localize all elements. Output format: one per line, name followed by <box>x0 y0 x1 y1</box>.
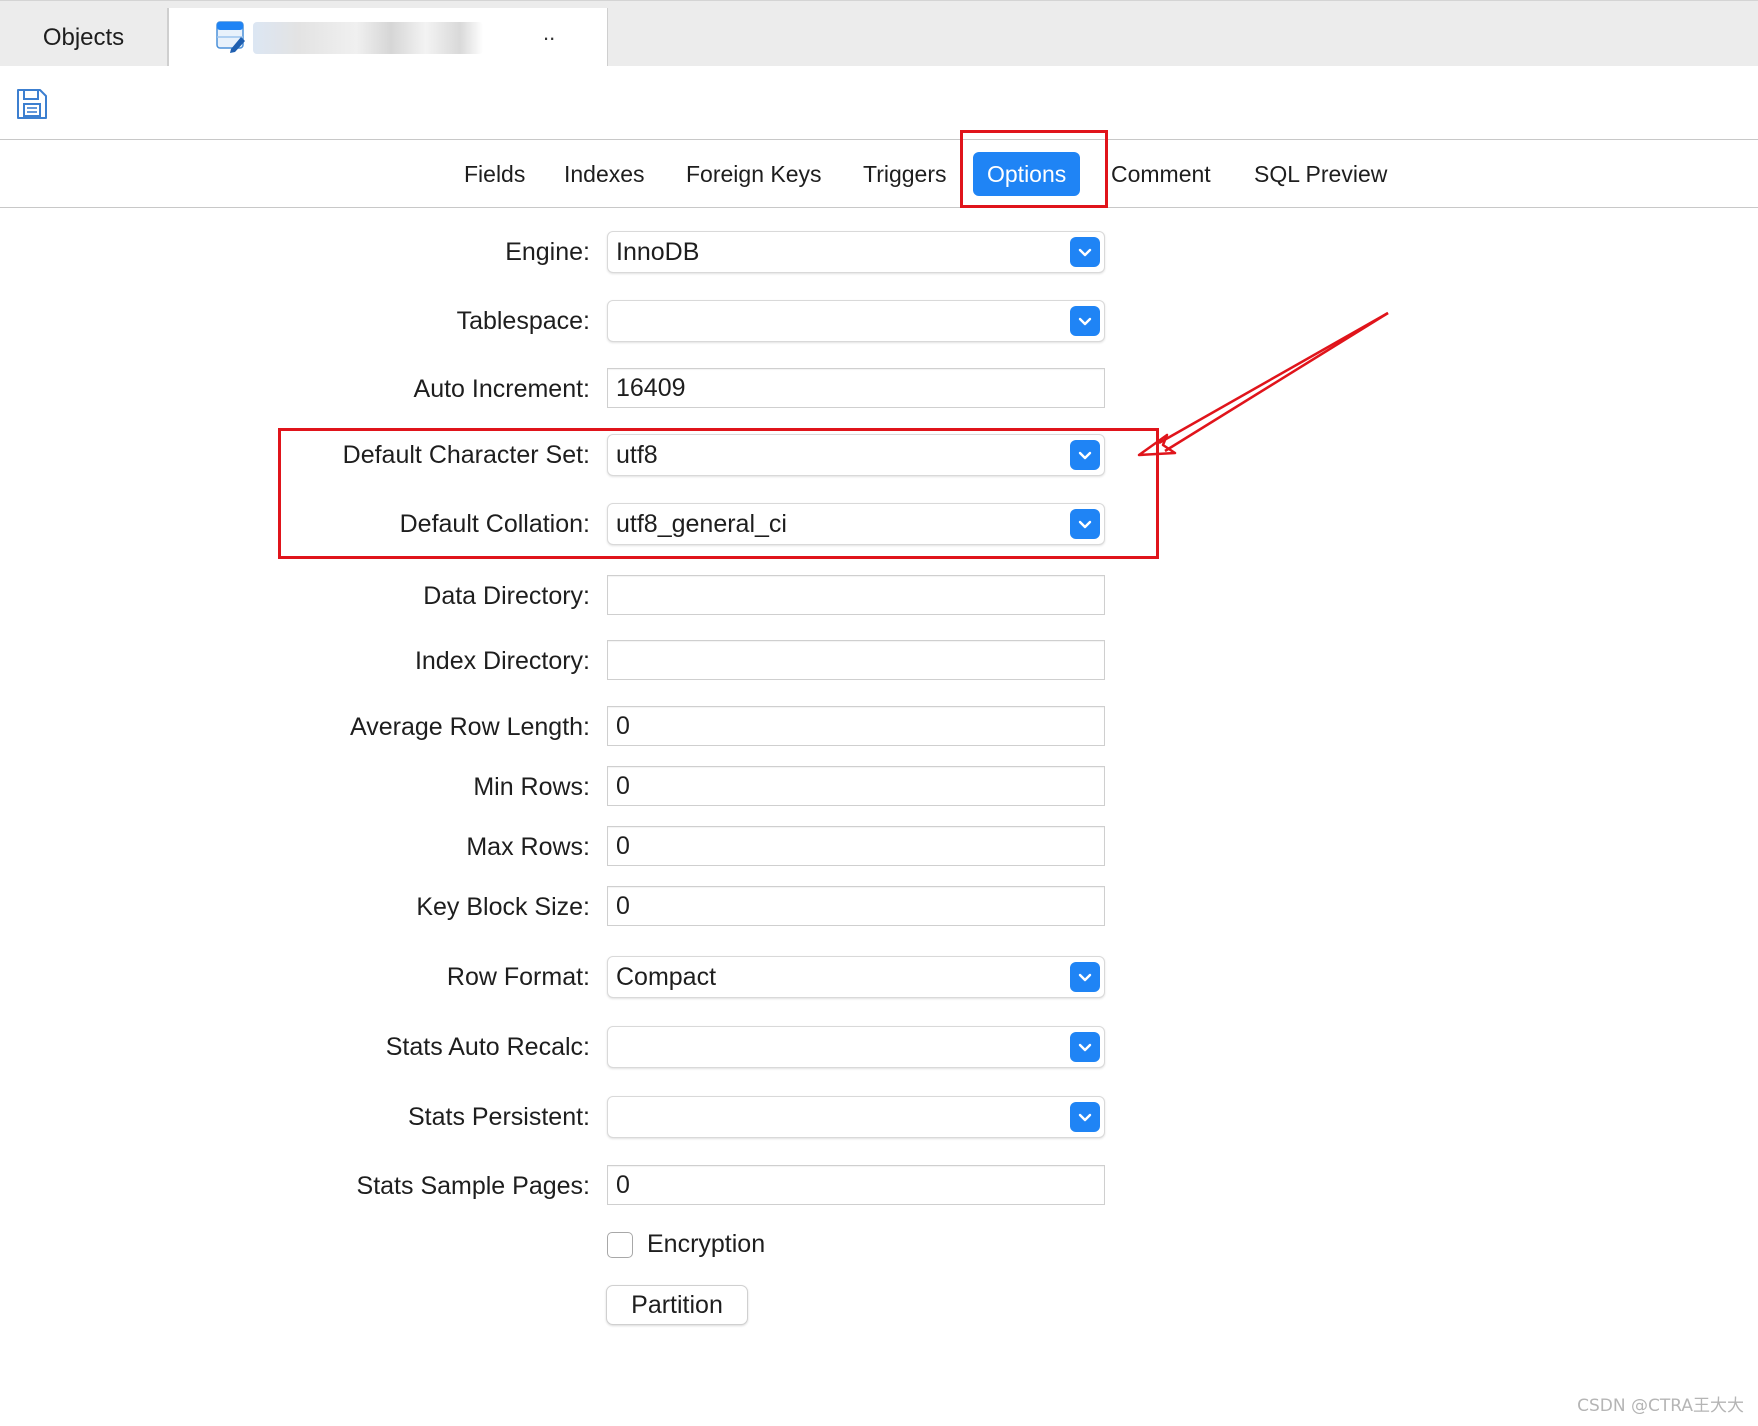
blurred-tab-title <box>253 22 483 54</box>
stats-persistent-label: Stats Persistent: <box>407 1103 590 1131</box>
subtab-triggers[interactable]: Triggers <box>853 152 957 196</box>
stats-persistent-select[interactable] <box>607 1096 1105 1138</box>
stats-auto-recalc-label: Stats Auto Recalc: <box>385 1033 590 1061</box>
index-directory-row: Index Directory: <box>0 640 1758 682</box>
default-collation-row: Default Collation: utf8_general_ci <box>0 503 1758 545</box>
table-edit-icon <box>216 21 245 53</box>
row-format-value: Compact <box>616 963 717 991</box>
auto-increment-input[interactable]: 16409 <box>607 368 1105 408</box>
row-format-label: Row Format: <box>446 963 590 991</box>
key-block-size-row: Key Block Size: 0 <box>0 886 1758 928</box>
stats-sample-pages-input[interactable]: 0 <box>607 1165 1105 1205</box>
key-block-size-input[interactable]: 0 <box>607 886 1105 926</box>
index-directory-label: Index Directory: <box>414 647 590 675</box>
engine-label: Engine: <box>505 238 590 266</box>
tab-table-design[interactable]: .. <box>168 8 608 67</box>
subtab-comment[interactable]: Comment <box>1101 152 1221 196</box>
max-rows-value: 0 <box>616 832 630 860</box>
document-tab-bar: Objects .. <box>0 0 1758 67</box>
stats-sample-pages-label: Stats Sample Pages: <box>356 1172 590 1200</box>
default-charset-value: utf8 <box>616 441 658 469</box>
max-rows-input[interactable]: 0 <box>607 826 1105 866</box>
avg-row-length-row: Average Row Length: 0 <box>0 706 1758 748</box>
default-collation-value: utf8_general_ci <box>616 510 787 538</box>
tablespace-label: Tablespace: <box>456 307 590 335</box>
default-collation-label: Default Collation: <box>399 510 590 538</box>
subtab-foreign-keys[interactable]: Foreign Keys <box>676 152 832 196</box>
data-directory-label: Data Directory: <box>423 582 590 610</box>
tablespace-select[interactable] <box>607 300 1105 342</box>
default-charset-select[interactable]: utf8 <box>607 434 1105 476</box>
partition-button[interactable]: Partition <box>606 1285 748 1325</box>
avg-row-length-value: 0 <box>616 712 630 740</box>
chevron-down-icon <box>1070 306 1100 336</box>
min-rows-label: Min Rows: <box>473 773 590 801</box>
chevron-down-icon <box>1070 1102 1100 1132</box>
key-block-size-value: 0 <box>616 892 630 920</box>
stats-sample-pages-value: 0 <box>616 1171 630 1199</box>
tab-objects[interactable]: Objects <box>0 8 168 67</box>
auto-increment-row: Auto Increment: 16409 <box>0 368 1758 410</box>
min-rows-row: Min Rows: 0 <box>0 766 1758 808</box>
auto-increment-value: 16409 <box>616 374 686 402</box>
row-format-select[interactable]: Compact <box>607 956 1105 998</box>
tablespace-row: Tablespace: <box>0 300 1758 342</box>
encryption-label: Encryption <box>647 1230 766 1258</box>
stats-auto-recalc-row: Stats Auto Recalc: <box>0 1026 1758 1068</box>
subtab-indexes[interactable]: Indexes <box>554 152 655 196</box>
encryption-checkbox[interactable] <box>607 1232 633 1258</box>
min-rows-input[interactable]: 0 <box>607 766 1105 806</box>
key-block-size-label: Key Block Size: <box>416 893 590 921</box>
stats-sample-pages-row: Stats Sample Pages: 0 <box>0 1165 1758 1207</box>
chevron-down-icon <box>1070 962 1100 992</box>
default-charset-label: Default Character Set: <box>342 441 590 469</box>
save-icon[interactable] <box>14 86 50 122</box>
chevron-down-icon <box>1070 509 1100 539</box>
auto-increment-label: Auto Increment: <box>413 375 590 403</box>
subtab-options[interactable]: Options <box>973 152 1081 196</box>
subtab-sql-preview[interactable]: SQL Preview <box>1244 152 1397 196</box>
engine-row: Engine: InnoDB <box>0 231 1758 273</box>
default-collation-select[interactable]: utf8_general_ci <box>607 503 1105 545</box>
index-directory-input[interactable] <box>607 640 1105 680</box>
engine-select[interactable]: InnoDB <box>607 231 1105 273</box>
avg-row-length-label: Average Row Length: <box>350 713 590 741</box>
default-charset-row: Default Character Set: utf8 <box>0 434 1758 476</box>
data-directory-input[interactable] <box>607 575 1105 615</box>
chevron-down-icon <box>1070 237 1100 267</box>
watermark: CSDN @CTRA王大大 <box>1577 1396 1744 1416</box>
min-rows-value: 0 <box>616 772 630 800</box>
tab-title-ellipsis: .. <box>543 20 556 45</box>
data-directory-row: Data Directory: <box>0 575 1758 617</box>
stats-auto-recalc-select[interactable] <box>607 1026 1105 1068</box>
max-rows-row: Max Rows: 0 <box>0 826 1758 868</box>
designer-subtab-bar: Fields Indexes Foreign Keys Triggers Opt… <box>0 140 1758 208</box>
avg-row-length-input[interactable]: 0 <box>607 706 1105 746</box>
stats-persistent-row: Stats Persistent: <box>0 1096 1758 1138</box>
toolbar <box>0 66 1758 140</box>
subtab-fields[interactable]: Fields <box>454 152 535 196</box>
chevron-down-icon <box>1070 440 1100 470</box>
chevron-down-icon <box>1070 1032 1100 1062</box>
max-rows-label: Max Rows: <box>466 833 590 861</box>
engine-value: InnoDB <box>616 238 700 266</box>
row-format-row: Row Format: Compact <box>0 956 1758 998</box>
